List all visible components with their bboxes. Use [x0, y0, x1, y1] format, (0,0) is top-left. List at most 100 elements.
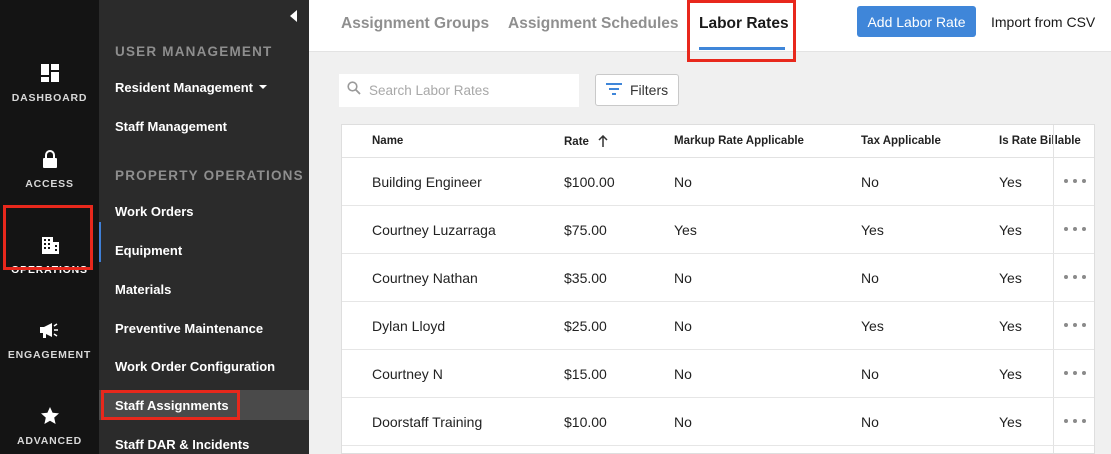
header-rate-label: Rate	[564, 136, 589, 148]
search-input[interactable]	[369, 83, 569, 98]
dot	[1082, 275, 1086, 279]
nav-resident-management[interactable]: Resident Management	[99, 72, 309, 102]
header-name[interactable]: Name	[372, 135, 403, 147]
dot	[1073, 323, 1077, 327]
cell-rate: $75.00	[564, 222, 607, 238]
labor-rates-table: Name Rate Markup Rate Applicable Tax App…	[341, 124, 1095, 454]
table-row[interactable]: Doorstaff Training $10.00 No No Yes	[342, 398, 1094, 446]
dot	[1073, 419, 1077, 423]
tab-assignment-groups[interactable]: Assignment Groups	[341, 15, 489, 33]
filter-icon	[606, 82, 622, 98]
add-labor-rate-button[interactable]: Add Labor Rate	[857, 6, 976, 37]
cell-name: Courtney Luzarraga	[372, 222, 496, 238]
rail-access-label: ACCESS	[25, 178, 74, 190]
cell-tax: Yes	[861, 318, 884, 334]
dot	[1064, 179, 1068, 183]
table-row[interactable]: Courtney Luzarraga $75.00 Yes Yes Yes	[342, 206, 1094, 254]
filters-label: Filters	[630, 82, 669, 98]
row-more-options-icon[interactable]	[1064, 268, 1086, 286]
cell-billable: Yes	[999, 366, 1022, 382]
cell-tax: No	[861, 174, 879, 190]
table-row[interactable]: Courtney Nathan $35.00 No No Yes	[342, 254, 1094, 302]
cell-rate: $10.00	[564, 414, 607, 430]
search-field[interactable]	[339, 74, 579, 107]
nav-equipment[interactable]: Equipment	[99, 235, 309, 265]
search-icon	[347, 81, 361, 100]
cell-billable: Yes	[999, 318, 1022, 334]
dashboard-icon	[39, 62, 61, 84]
nav-resident-management-label: Resident Management	[115, 79, 253, 95]
dot	[1073, 227, 1077, 231]
table-row[interactable]: Building Engineer $100.00 No No Yes	[342, 158, 1094, 206]
row-more-options-icon[interactable]	[1064, 220, 1086, 238]
rail-engagement[interactable]: ENGAGEMENT	[0, 305, 99, 375]
cell-rate: $100.00	[564, 174, 615, 190]
rail-advanced[interactable]: ADVANCED	[0, 391, 99, 454]
cell-name: Dylan Lloyd	[372, 318, 446, 334]
cell-rate: $25.00	[564, 318, 607, 334]
nav-staff-dar-incidents[interactable]: Staff DAR & Incidents	[99, 429, 309, 454]
row-more-options-icon[interactable]	[1064, 364, 1086, 382]
nav-staff-management[interactable]: Staff Management	[99, 111, 309, 141]
cell-billable: Yes	[999, 270, 1022, 286]
cell-billable: Yes	[999, 174, 1022, 190]
star-icon	[39, 405, 61, 427]
cell-markup: No	[674, 366, 692, 382]
rail-dashboard-label: DASHBOARD	[11, 92, 88, 104]
rail-dashboard[interactable]: DASHBOARD	[0, 48, 99, 118]
dot	[1064, 227, 1068, 231]
caret-down-icon	[258, 85, 267, 89]
dot	[1064, 323, 1068, 327]
labor-rates-highlight-box	[687, 0, 796, 62]
dot	[1082, 371, 1086, 375]
section-property-operations: PROPERTY OPERATIONS	[115, 168, 304, 183]
cell-name: Courtney N	[372, 366, 443, 382]
dot	[1073, 371, 1077, 375]
dot	[1064, 371, 1068, 375]
header-tax-applicable[interactable]: Tax Applicable	[861, 135, 941, 147]
rail-advanced-label: ADVANCED	[16, 435, 83, 447]
row-more-options-icon[interactable]	[1064, 316, 1086, 334]
secondary-nav	[99, 0, 309, 454]
cell-name: Building Engineer	[372, 174, 482, 190]
dot	[1064, 275, 1068, 279]
table-header: Name Rate Markup Rate Applicable Tax App…	[342, 125, 1094, 158]
dot	[1082, 323, 1086, 327]
row-more-options-icon[interactable]	[1064, 172, 1086, 190]
header-rate[interactable]: Rate	[564, 134, 608, 148]
lock-icon	[39, 148, 61, 170]
cell-billable: Yes	[999, 414, 1022, 430]
cell-tax: No	[861, 414, 879, 430]
cell-markup: No	[674, 174, 692, 190]
nav-preventive-maintenance[interactable]: Preventive Maintenance	[99, 313, 309, 343]
megaphone-icon	[39, 319, 61, 341]
cell-name: Doorstaff Training	[372, 414, 483, 430]
cell-markup: Yes	[674, 222, 697, 238]
cell-tax: No	[861, 270, 879, 286]
filters-button[interactable]: Filters	[595, 74, 679, 106]
nav-work-orders[interactable]: Work Orders	[99, 196, 309, 226]
cell-markup: No	[674, 270, 692, 286]
dot	[1073, 179, 1077, 183]
dot	[1064, 419, 1068, 423]
section-user-management: USER MANAGEMENT	[115, 44, 273, 59]
collapse-sidebar-icon[interactable]	[290, 10, 297, 22]
header-is-rate-billable[interactable]: Is Rate Billable	[999, 135, 1081, 147]
staff-assignments-highlight-box	[101, 390, 240, 420]
cell-rate: $15.00	[564, 366, 607, 382]
header-markup-rate-applicable[interactable]: Markup Rate Applicable	[674, 135, 804, 147]
rail-access[interactable]: ACCESS	[0, 134, 99, 204]
table-row[interactable]: Courtney N $15.00 No No Yes	[342, 350, 1094, 398]
cell-tax: No	[861, 366, 879, 382]
nav-work-order-configuration[interactable]: Work Order Configuration	[99, 351, 309, 381]
nav-materials[interactable]: Materials	[99, 274, 309, 304]
cell-rate: $35.00	[564, 270, 607, 286]
dot	[1073, 275, 1077, 279]
row-more-options-icon[interactable]	[1064, 412, 1086, 430]
cell-billable: Yes	[999, 222, 1022, 238]
tab-assignment-schedules[interactable]: Assignment Schedules	[508, 15, 679, 33]
operations-highlight-box	[3, 205, 93, 270]
table-row[interactable]: Dylan Lloyd $25.00 No Yes Yes	[342, 302, 1094, 350]
dot	[1082, 419, 1086, 423]
import-csv-button[interactable]: Import from CSV	[991, 14, 1095, 30]
